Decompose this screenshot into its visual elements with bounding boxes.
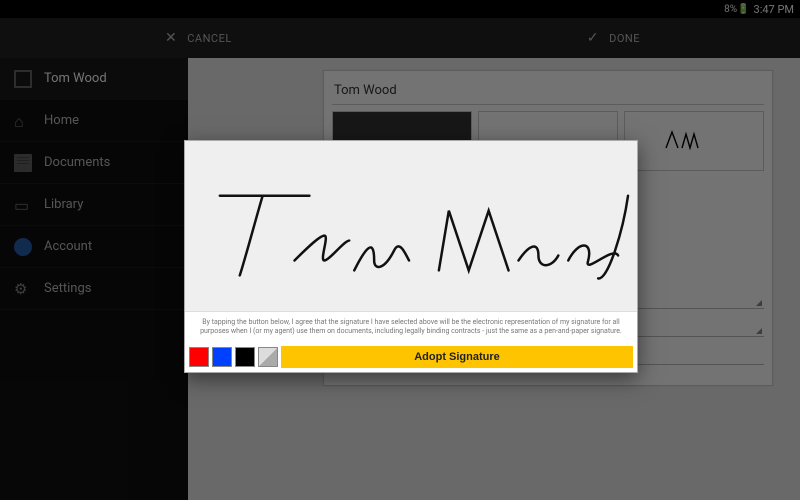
- color-swatch-red[interactable]: [189, 347, 209, 367]
- adopt-signature-button[interactable]: Adopt Signature: [281, 346, 633, 368]
- color-swatch-blue[interactable]: [212, 347, 232, 367]
- signature-toolbar: Adopt Signature: [185, 342, 637, 372]
- color-swatch-black[interactable]: [235, 347, 255, 367]
- signature-dialog: By tapping the button below, I agree tha…: [184, 140, 638, 373]
- signature-disclaimer: By tapping the button below, I agree tha…: [185, 311, 637, 342]
- eraser-tool[interactable]: [258, 347, 278, 367]
- signature-canvas[interactable]: [185, 141, 637, 311]
